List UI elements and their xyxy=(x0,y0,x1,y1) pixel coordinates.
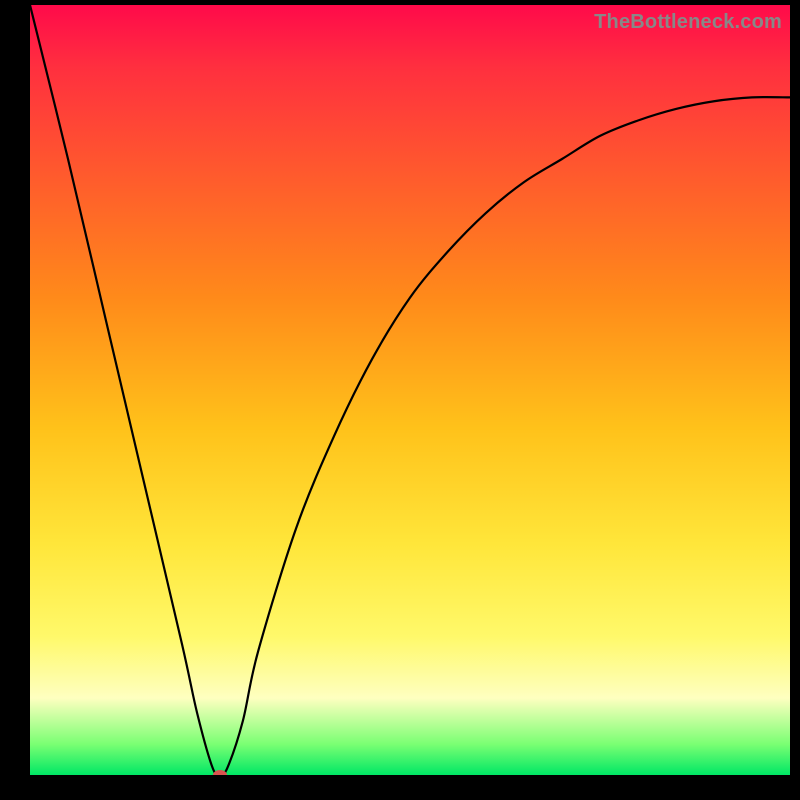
chart-svg xyxy=(30,5,790,775)
chart-frame: TheBottleneck.com xyxy=(0,0,800,800)
plot-area: TheBottleneck.com xyxy=(30,5,790,775)
bottleneck-curve-path xyxy=(30,5,790,775)
